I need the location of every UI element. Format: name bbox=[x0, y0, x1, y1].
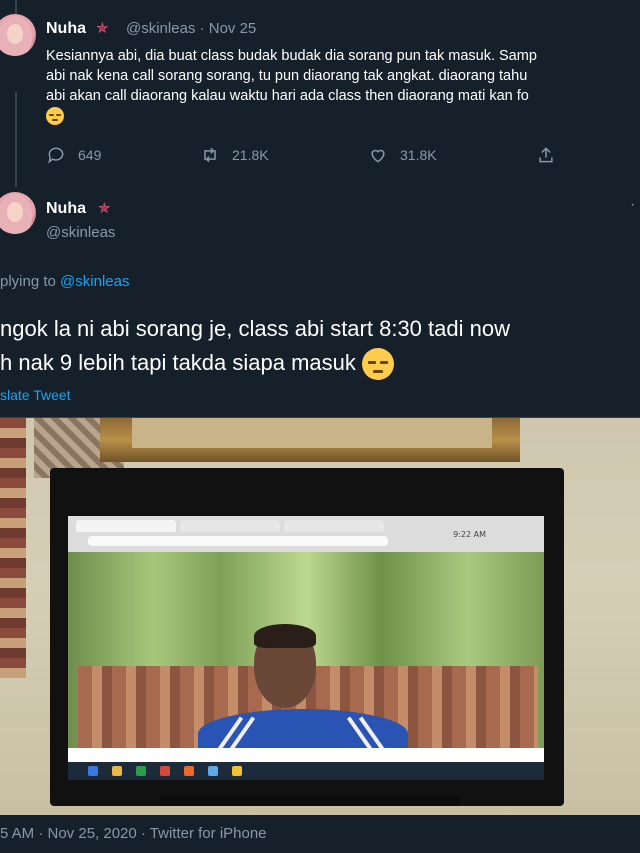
tweet-line: abi akan call diaorang kalau waktu hari … bbox=[46, 88, 529, 104]
heart-icon bbox=[371, 149, 385, 163]
pensive-face-icon bbox=[46, 107, 64, 126]
flamingo-icon: ✯ bbox=[96, 20, 109, 37]
tweet-text: Kesiannya abi, dia buat class budak buda… bbox=[46, 46, 640, 126]
replying-to: plying to @skinleas bbox=[0, 273, 129, 290]
screen-time: 9:22 AM bbox=[453, 530, 486, 539]
translate-tweet-link[interactable]: slate Tweet bbox=[0, 387, 71, 403]
tweet-line: Kesiannya abi, dia buat class budak buda… bbox=[46, 48, 537, 64]
author-name[interactable]: Nuha bbox=[46, 200, 86, 218]
pensive-face-icon bbox=[362, 348, 395, 381]
tweet-line: ngok la ni abi sorang je, class abi star… bbox=[0, 316, 510, 341]
tweet-line: abi nak kena call sorang sorang, tu pun … bbox=[46, 68, 528, 84]
avatar[interactable] bbox=[0, 14, 36, 56]
share-button[interactable] bbox=[536, 145, 556, 165]
flamingo-icon: ✯ bbox=[98, 200, 111, 217]
more-icon[interactable]: · bbox=[630, 196, 636, 214]
like-count: 31.8K bbox=[400, 147, 437, 163]
retweet-count: 21.8K bbox=[232, 147, 269, 163]
retweet-icon bbox=[204, 147, 216, 163]
replying-to-handle[interactable]: @skinleas bbox=[60, 273, 129, 290]
tv-screen: 9:22 AM bbox=[68, 516, 544, 780]
tweet-actions: 649 21.8K 31.8K bbox=[46, 145, 566, 169]
tweet-timestamp-source[interactable]: 5 AM · Nov 25, 2020 · Twitter for iPhone bbox=[0, 825, 267, 842]
author-name[interactable]: Nuha bbox=[46, 20, 86, 38]
reply-button[interactable]: 649 bbox=[46, 145, 101, 165]
author-handle-date[interactable]: @skinleas · Nov 25 bbox=[126, 20, 256, 37]
reply-icon bbox=[48, 147, 64, 164]
avatar[interactable] bbox=[0, 192, 36, 234]
reply-count: 649 bbox=[78, 147, 102, 163]
tweet-line: h nak 9 lebih tapi takda siapa masuk bbox=[0, 350, 356, 375]
tweet-thread: Nuha ✯ @skinleas · Nov 25 Kesiannya abi,… bbox=[0, 0, 640, 853]
retweet-button[interactable]: 21.8K bbox=[200, 145, 269, 165]
tweet-photo[interactable]: 9:22 AM bbox=[0, 417, 640, 815]
like-button[interactable]: 31.8K bbox=[368, 145, 437, 165]
share-icon bbox=[539, 147, 553, 163]
tweet-text: ngok la ni abi sorang je, class abi star… bbox=[0, 312, 510, 381]
author-handle[interactable]: @skinleas bbox=[46, 224, 115, 241]
replying-to-label: plying to bbox=[0, 273, 61, 290]
thread-line bbox=[15, 92, 17, 187]
